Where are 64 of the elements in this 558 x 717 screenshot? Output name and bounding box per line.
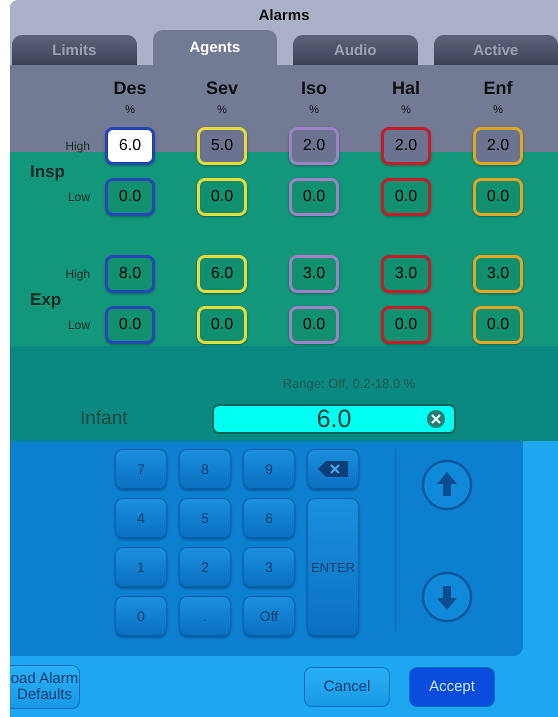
key-button[interactable]: 8 [179, 449, 231, 489]
cancel-button[interactable]: Cancel [304, 667, 390, 707]
group-label: Exp [30, 290, 62, 310]
tab[interactable]: Active [434, 35, 558, 65]
key-button[interactable]: 3 [243, 547, 295, 587]
value-field[interactable]: 0.0 [289, 306, 339, 344]
up-arrow-button[interactable] [421, 459, 473, 511]
value-field[interactable]: 0.0 [473, 306, 523, 344]
value-field[interactable]: 0.0 [381, 178, 431, 216]
unit-label: % [493, 103, 503, 118]
key-button[interactable]: 2 [179, 547, 231, 587]
unit-label: % [125, 103, 135, 118]
unit-label: % [401, 103, 411, 118]
key-button[interactable]: Off [243, 596, 295, 636]
value-field[interactable]: 5.0 [197, 127, 247, 165]
value-field[interactable]: 3.0 [381, 255, 431, 293]
field-label: Infant [79, 408, 129, 430]
row-label: Low [68, 190, 90, 204]
enter-button[interactable]: ENTER [307, 498, 359, 636]
key-button[interactable]: 5 [179, 498, 231, 538]
value-field[interactable]: 0.0 [105, 178, 155, 216]
clear-icon[interactable] [426, 409, 446, 429]
value-field[interactable]: 0.0 [197, 178, 247, 216]
agent-name: Des [113, 78, 147, 100]
value-input-field[interactable]: 6.0 [212, 404, 456, 434]
agent-name: Iso [300, 78, 327, 100]
key-button[interactable]: . [179, 596, 231, 636]
key-button[interactable]: 1 [115, 547, 167, 587]
value-field[interactable]: 0.0 [289, 178, 339, 216]
agent-name: Hal [392, 78, 420, 100]
row-label: High [65, 139, 90, 153]
row-label: Low [68, 318, 90, 332]
row-label: High [65, 267, 90, 281]
window-title: Alarms [258, 6, 310, 24]
value-field[interactable]: 3.0 [473, 255, 523, 293]
defaults-button[interactable]: oad Alarm Defaults [10, 665, 80, 709]
backspace-button[interactable] [307, 449, 359, 489]
value-field[interactable]: 8.0 [105, 255, 155, 293]
agent-name: Sev [206, 78, 238, 100]
key-button[interactable]: 4 [115, 498, 167, 538]
accept-button[interactable]: Accept [409, 667, 495, 707]
value-field[interactable]: 0.0 [197, 306, 247, 344]
value-field[interactable]: 2.0 [473, 127, 523, 165]
key-button[interactable]: 6 [243, 498, 295, 538]
value-field[interactable]: 3.0 [289, 255, 339, 293]
value-field[interactable]: 2.0 [289, 127, 339, 165]
unit-label: % [309, 103, 319, 118]
value-field[interactable]: 2.0 [381, 127, 431, 165]
value-field[interactable]: 6.0 [197, 255, 247, 293]
agent-name: Enf [484, 78, 512, 100]
value-field[interactable]: 6.0 [105, 127, 155, 165]
key-button[interactable]: 0 [115, 596, 167, 636]
tab[interactable]: Limits [12, 35, 136, 65]
tab[interactable]: Agents [152, 30, 277, 65]
unit-label: % [217, 103, 227, 118]
value-field[interactable]: 0.0 [381, 306, 431, 344]
backspace-icon [316, 459, 350, 479]
key-button[interactable]: 7 [115, 449, 167, 489]
value-field[interactable]: 0.0 [473, 178, 523, 216]
tab[interactable]: Audio [293, 35, 418, 65]
group-label: Insp [30, 162, 65, 182]
value-field[interactable]: 0.0 [105, 306, 155, 344]
key-button[interactable]: 9 [243, 449, 295, 489]
down-arrow-button[interactable] [421, 571, 473, 623]
